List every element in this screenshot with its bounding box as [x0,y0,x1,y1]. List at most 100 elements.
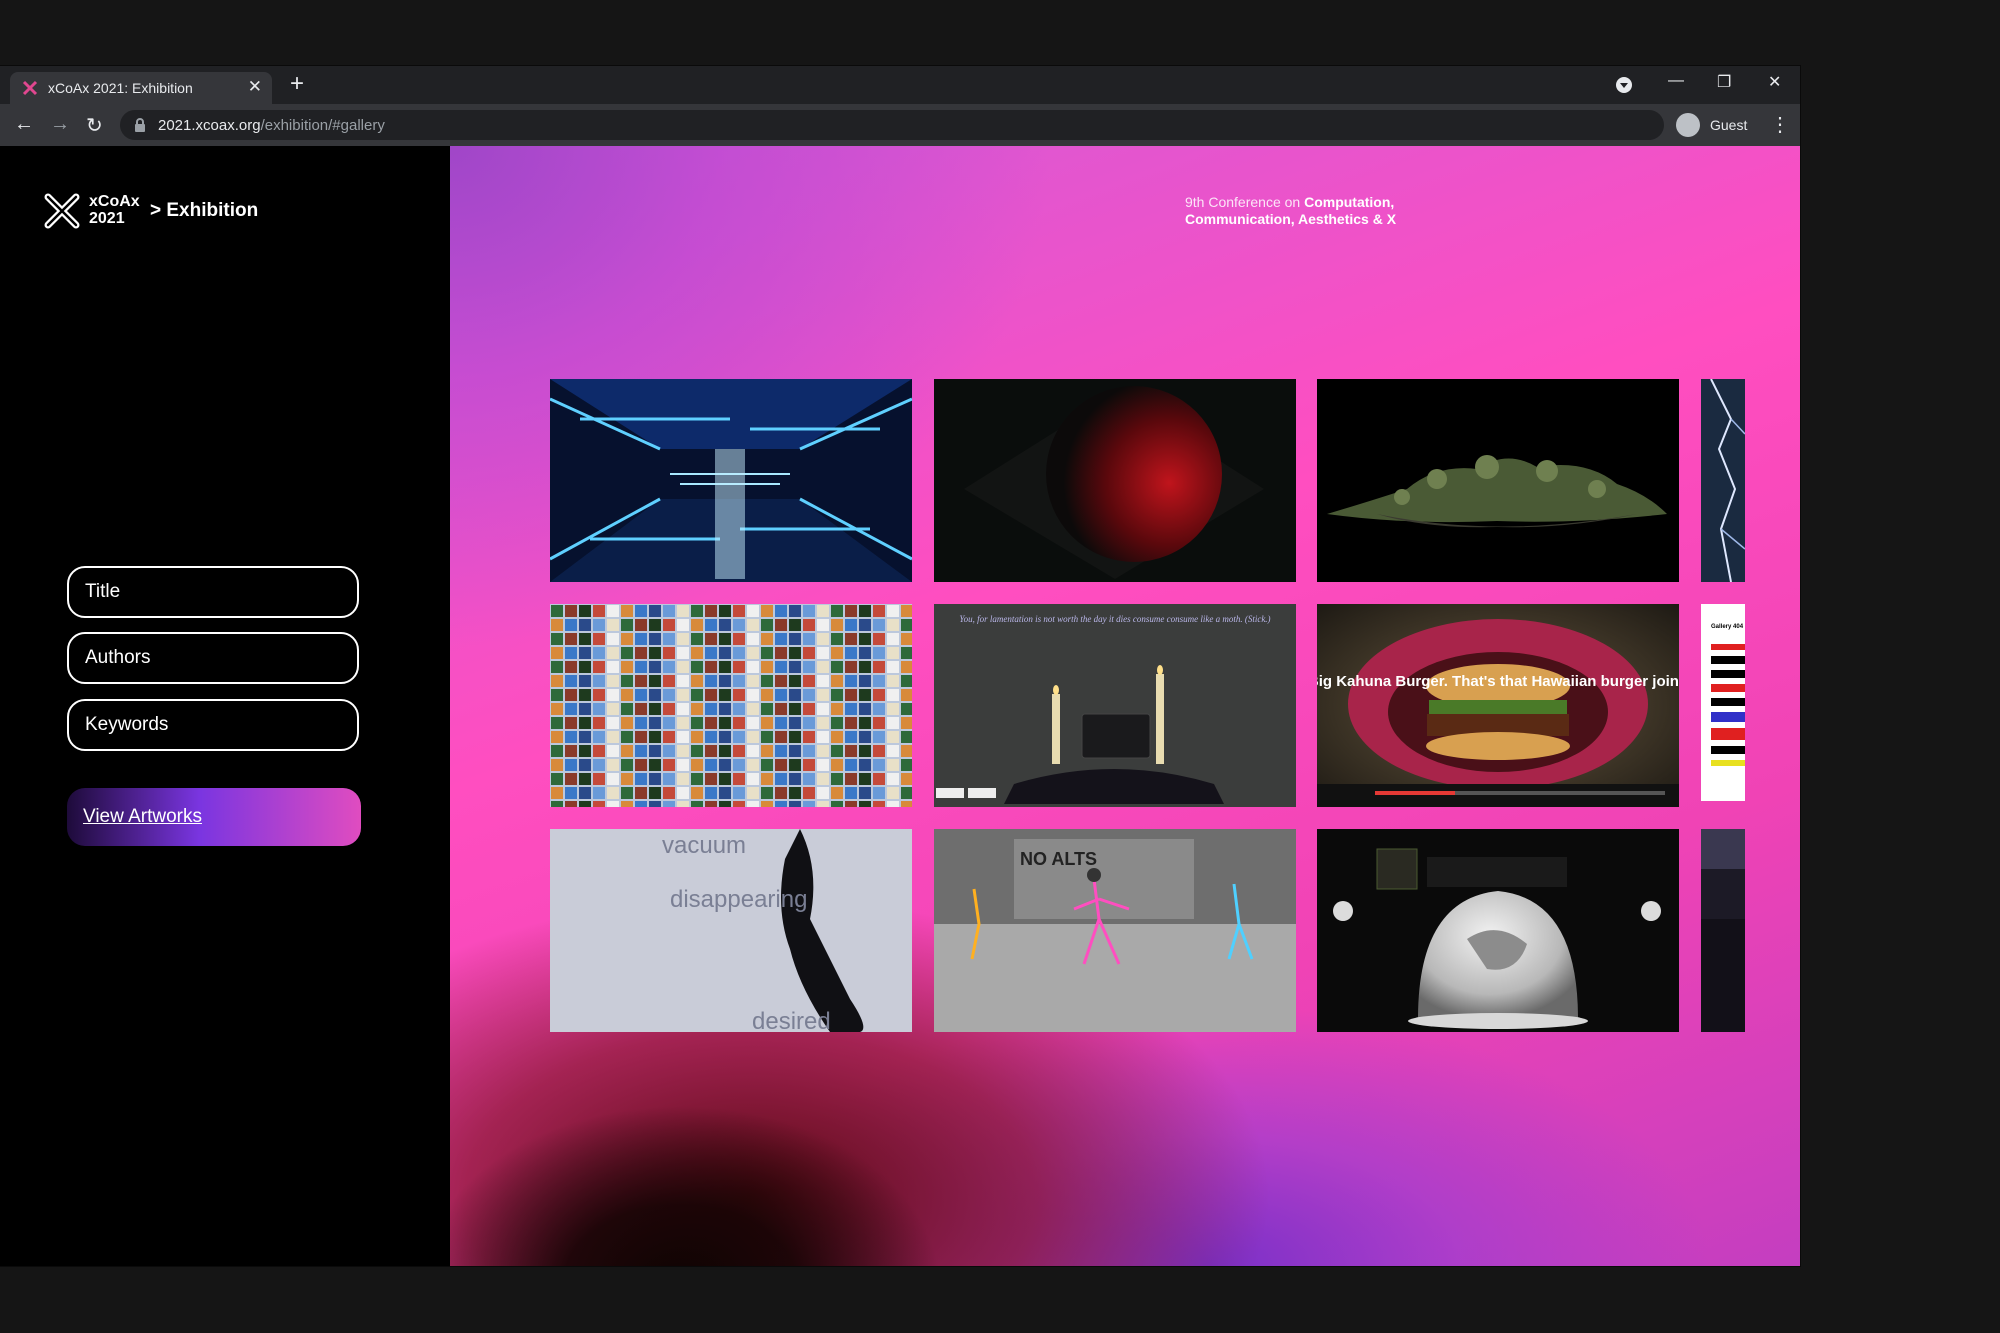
collage-tile [579,689,591,701]
collage-tile [593,619,605,631]
collage-tile [761,689,773,701]
collage-tile [789,801,801,807]
collage-tile [663,675,675,687]
collage-tile [831,703,843,715]
media-control-icon[interactable] [1615,76,1633,94]
collage-tile [761,703,773,715]
collage-tile [551,759,563,771]
collage-tile [761,787,773,799]
collage-tile [663,689,675,701]
collage-tile [747,773,759,785]
burger-video-image: Big Kahuna Burger. That's that Hawaiian … [1317,604,1679,807]
collage-tile [775,745,787,757]
restore-icon[interactable]: ❐ [1717,72,1731,92]
collage-tile [775,731,787,743]
filter-title-button[interactable]: Title [67,566,359,618]
collage-tile [803,633,815,645]
collage-tile [635,787,647,799]
view-artworks-button[interactable]: View Artworks [67,788,361,846]
collage-tile [901,703,912,715]
artwork-thumbnail[interactable]: Big Kahuna Burger. That's that Hawaiian … [1317,604,1679,807]
collage-tile [565,619,577,631]
collage-tile [691,647,703,659]
collage-tile [831,801,843,807]
collage-tile [761,731,773,743]
collage-tile [677,703,689,715]
artwork-thumbnail[interactable] [934,379,1296,582]
collage-tile [789,759,801,771]
collage-tile [635,801,647,807]
collage-tile [733,717,745,729]
close-tab-icon[interactable]: ✕ [248,77,262,97]
collage-tile [873,633,885,645]
back-icon[interactable]: ← [14,113,34,136]
collage-tile [733,801,745,807]
collage-tile [873,773,885,785]
collage-tile [551,773,563,785]
collage-tile [747,633,759,645]
collage-tile [635,619,647,631]
collage-tile [803,661,815,673]
artwork-thumbnail[interactable]: You, for lamentation is not worth the da… [934,604,1296,807]
collage-tile [831,605,843,617]
artwork-thumbnail[interactable]: NO ALTS [934,829,1296,1032]
artwork-thumbnail[interactable] [1701,379,1745,582]
filter-keywords-button[interactable]: Keywords [67,699,359,751]
xcoax-logo-icon[interactable] [44,193,80,229]
collage-tile [859,619,871,631]
filter-authors-button[interactable]: Authors [67,632,359,684]
web-gallery-image: Gallery 404 [1701,604,1745,801]
collage-tile [817,759,829,771]
collage-tile [691,633,703,645]
profile-button[interactable]: Guest [1674,108,1764,142]
collage-tile [565,703,577,715]
collage-tile [649,717,661,729]
collage-tile [859,801,871,807]
artwork-thumbnail[interactable]: vacuum disappearing desired [550,829,912,1032]
artwork-thumbnail[interactable] [1701,829,1745,1032]
artwork-thumbnail[interactable] [1317,379,1679,582]
collage-tile [719,633,731,645]
breadcrumb[interactable]: > Exhibition [150,200,258,222]
address-bar[interactable]: 2021.xcoax.org/exhibition/#gallery [120,110,1664,140]
collage-tile [565,675,577,687]
collage-tile [551,647,563,659]
collage-tile [691,605,703,617]
conference-line-1-plain: 9th Conference on [1185,194,1305,210]
collage-tile [803,773,815,785]
collage-tile [719,661,731,673]
minimize-icon[interactable]: — [1668,72,1684,90]
artwork-thumbnail[interactable] [1317,829,1679,1032]
collage-tile [621,801,633,807]
reload-icon[interactable]: ↻ [86,113,103,138]
collage-tile [593,647,605,659]
collage-tile [803,745,815,757]
conference-tagline: 9th Conference on Computation, Communica… [1185,194,1396,228]
artwork-thumbnail[interactable]: Gallery 404 [1701,604,1745,807]
conference-line-2-bold: Communication, Aesthetics & X [1185,211,1397,227]
collage-tile [873,605,885,617]
new-tab-icon[interactable]: + [290,70,304,98]
collage-tile [775,801,787,807]
collage-tile [719,647,731,659]
collage-tile [733,675,745,687]
artwork-thumbnail[interactable] [550,604,912,807]
browser-tab[interactable]: xCoAx 2021: Exhibition ✕ [10,72,272,104]
collage-tile [663,801,675,807]
collage-tile [607,773,619,785]
collage-tile [565,689,577,701]
artwork-thumbnail[interactable] [550,379,912,582]
tab-strip: xCoAx 2021: Exhibition ✕ + — ❐ ✕ [0,66,1800,104]
close-window-icon[interactable]: ✕ [1768,72,1781,92]
collage-tile [677,675,689,687]
collage-tile [719,675,731,687]
collage-tile [551,619,563,631]
collage-tile [691,661,703,673]
collage-tile [817,787,829,799]
collage-tile [859,689,871,701]
forward-icon[interactable]: → [50,113,70,136]
collage-tile [887,773,899,785]
browser-toolbar: ← → ↻ 2021.xcoax.org/exhibition/#gallery… [0,104,1800,146]
collage-tile [845,675,857,687]
browser-menu-icon[interactable]: ⋮ [1770,112,1790,137]
